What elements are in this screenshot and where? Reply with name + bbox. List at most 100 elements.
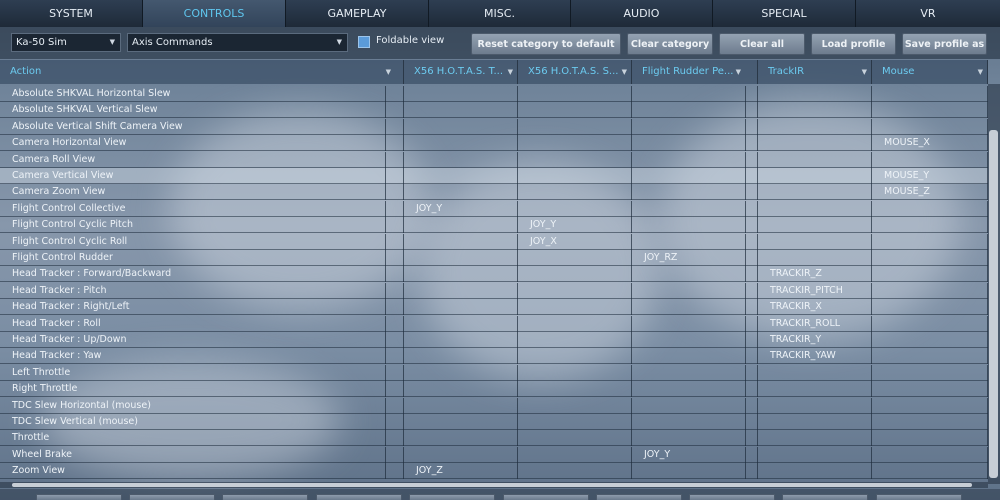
binding-cell[interactable] xyxy=(518,463,632,480)
column-header-device[interactable]: TrackIR ▼ xyxy=(758,60,872,84)
binding-cell[interactable] xyxy=(518,135,632,152)
binding-cell[interactable] xyxy=(404,282,518,299)
binding-cell[interactable] xyxy=(872,282,988,299)
binding-cell[interactable] xyxy=(872,414,988,430)
binding-cell[interactable] xyxy=(758,200,872,217)
binding-cell[interactable] xyxy=(758,414,872,430)
table-row[interactable]: Left Throttle xyxy=(0,364,988,381)
binding-cell[interactable] xyxy=(758,86,872,102)
table-row[interactable]: Head Tracker : Forward/Backward TRACKIR_Z xyxy=(0,266,988,283)
bottom-action-button[interactable] xyxy=(409,494,495,500)
binding-cell[interactable] xyxy=(632,315,746,332)
binding-cell[interactable] xyxy=(632,364,746,381)
binding-cell[interactable] xyxy=(758,135,872,152)
binding-cell[interactable] xyxy=(518,332,632,348)
binding-cell[interactable]: TRACKIR_PITCH xyxy=(758,282,872,299)
binding-cell[interactable] xyxy=(404,86,518,102)
column-header-action[interactable]: Action ▼ xyxy=(0,60,404,84)
binding-cell[interactable] xyxy=(872,86,988,102)
binding-cell[interactable] xyxy=(632,397,746,414)
binding-cell[interactable] xyxy=(404,397,518,414)
binding-cell[interactable] xyxy=(404,430,518,447)
table-row[interactable]: Absolute SHKVAL Vertical Slew xyxy=(0,102,988,119)
binding-cell[interactable] xyxy=(404,250,518,266)
binding-cell[interactable] xyxy=(872,151,988,168)
binding-cell[interactable] xyxy=(518,430,632,447)
binding-cell[interactable] xyxy=(404,233,518,250)
binding-cell[interactable] xyxy=(518,102,632,119)
binding-cell[interactable]: MOUSE_Y xyxy=(872,168,988,184)
binding-cell[interactable] xyxy=(404,266,518,283)
binding-cell[interactable] xyxy=(872,381,988,398)
bottom-action-button[interactable] xyxy=(222,494,308,500)
binding-cell[interactable] xyxy=(632,118,746,135)
binding-cell[interactable] xyxy=(518,381,632,398)
binding-cell[interactable]: TRACKIR_Y xyxy=(758,332,872,348)
binding-cell[interactable]: JOY_Y xyxy=(518,217,632,234)
table-row[interactable]: Flight Control Cyclic Pitch JOY_Y xyxy=(0,217,988,234)
binding-cell[interactable] xyxy=(632,266,746,283)
binding-cell[interactable] xyxy=(632,430,746,447)
binding-cell[interactable] xyxy=(632,135,746,152)
chevron-down-icon[interactable]: ▼ xyxy=(736,60,741,84)
binding-cell[interactable] xyxy=(758,364,872,381)
binding-cell[interactable] xyxy=(404,151,518,168)
bottom-action-button[interactable] xyxy=(129,494,215,500)
aircraft-select[interactable]: Ka-50 Sim ▼ xyxy=(11,33,121,52)
category-select[interactable]: Axis Commands ▼ xyxy=(127,33,348,52)
table-row[interactable]: TDC Slew Horizontal (mouse) xyxy=(0,397,988,414)
chevron-down-icon[interactable]: ▼ xyxy=(508,60,513,84)
binding-cell[interactable] xyxy=(758,168,872,184)
binding-cell[interactable] xyxy=(404,217,518,234)
foldable-view-checkbox[interactable] xyxy=(358,36,370,48)
binding-cell[interactable] xyxy=(404,381,518,398)
table-row[interactable]: Camera Horizontal View MOUSE_X xyxy=(0,135,988,152)
binding-cell[interactable] xyxy=(404,135,518,152)
binding-cell[interactable] xyxy=(518,397,632,414)
column-header-device[interactable]: Mouse ▼ xyxy=(872,60,988,84)
table-row[interactable]: TDC Slew Vertical (mouse) xyxy=(0,414,988,430)
table-row[interactable]: Head Tracker : Up/Down TRACKIR_Y xyxy=(0,332,988,348)
binding-cell[interactable] xyxy=(758,250,872,266)
binding-cell[interactable] xyxy=(632,463,746,480)
binding-cell[interactable]: TRACKIR_YAW xyxy=(758,348,872,365)
binding-cell[interactable] xyxy=(872,250,988,266)
binding-cell[interactable] xyxy=(758,397,872,414)
binding-cell[interactable] xyxy=(518,348,632,365)
binding-cell[interactable] xyxy=(758,102,872,119)
tab-vr[interactable]: VR xyxy=(856,0,1000,27)
binding-cell[interactable] xyxy=(632,233,746,250)
table-row[interactable]: Throttle xyxy=(0,430,988,447)
table-row[interactable]: Right Throttle xyxy=(0,381,988,398)
binding-cell[interactable] xyxy=(404,299,518,316)
bottom-action-button[interactable] xyxy=(689,494,775,500)
binding-cell[interactable] xyxy=(872,397,988,414)
tab-system[interactable]: SYSTEM xyxy=(0,0,143,27)
binding-cell[interactable] xyxy=(518,446,632,463)
binding-cell[interactable] xyxy=(758,118,872,135)
bottom-action-button[interactable] xyxy=(316,494,402,500)
binding-cell[interactable] xyxy=(404,168,518,184)
tab-gameplay[interactable]: GAMEPLAY xyxy=(286,0,429,27)
binding-cell[interactable] xyxy=(872,118,988,135)
binding-cell[interactable] xyxy=(872,446,988,463)
binding-cell[interactable] xyxy=(404,184,518,201)
table-row[interactable]: Head Tracker : Pitch TRACKIR_PITCH xyxy=(0,282,988,299)
binding-cell[interactable] xyxy=(872,299,988,316)
binding-cell[interactable] xyxy=(872,233,988,250)
binding-cell[interactable] xyxy=(758,217,872,234)
binding-cell[interactable] xyxy=(518,266,632,283)
horizontal-scroll-thumb[interactable] xyxy=(12,483,972,487)
bottom-action-button[interactable] xyxy=(596,494,682,500)
binding-cell[interactable] xyxy=(632,102,746,119)
table-row[interactable]: Head Tracker : Roll TRACKIR_ROLL xyxy=(0,315,988,332)
tab-misc[interactable]: MISC. xyxy=(429,0,571,27)
bottom-action-button[interactable] xyxy=(782,494,868,500)
binding-cell[interactable] xyxy=(518,86,632,102)
binding-cell[interactable] xyxy=(758,151,872,168)
column-header-device[interactable]: X56 H.O.T.A.S. T... ▼ xyxy=(404,60,518,84)
column-header-device[interactable]: X56 H.O.T.A.S. S... ▼ xyxy=(518,60,632,84)
binding-cell[interactable]: JOY_X xyxy=(518,233,632,250)
table-row[interactable]: Flight Control Collective JOY_Y xyxy=(0,200,988,217)
chevron-down-icon[interactable]: ▼ xyxy=(862,60,867,84)
